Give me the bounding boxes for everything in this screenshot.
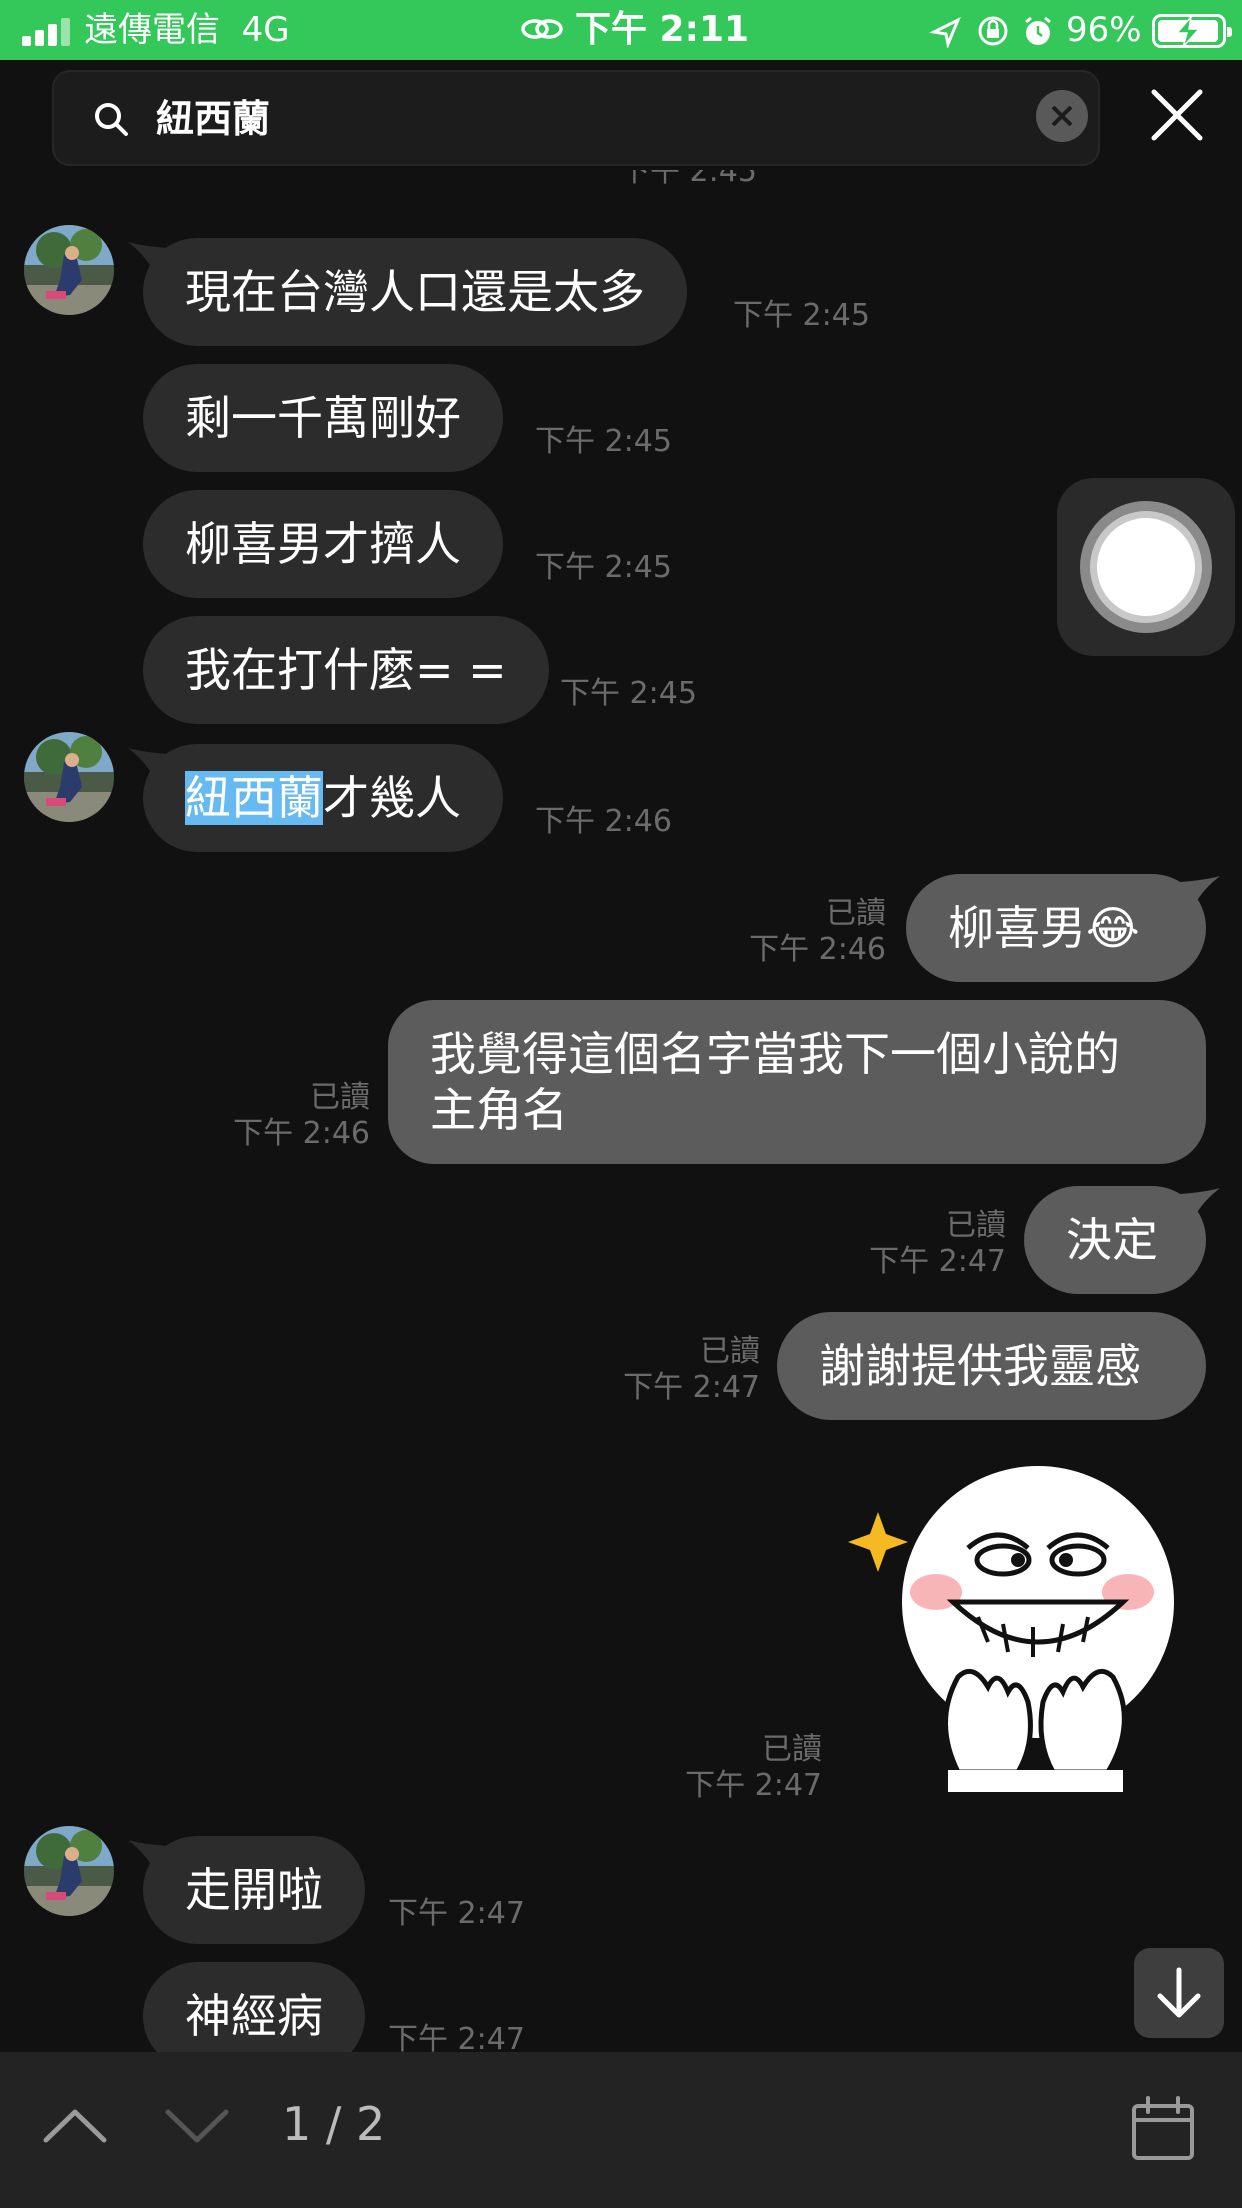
search-query[interactable]: 紐西蘭 xyxy=(156,94,270,144)
message-time: 下午 2:47 xyxy=(388,1896,525,1931)
message-bubble-outgoing[interactable]: 柳喜男😂 xyxy=(906,874,1206,982)
message-bubble-incoming[interactable]: 走開啦 xyxy=(143,1836,365,1944)
grinning-moon-sticker[interactable] xyxy=(838,1452,1180,1798)
read-receipt: 已讀 xyxy=(946,1208,1006,1243)
avatar[interactable] xyxy=(24,732,114,822)
signal-icon xyxy=(22,16,72,46)
message-bubble-outgoing[interactable]: 謝謝提供我靈感 xyxy=(777,1312,1206,1420)
carrier-label: 遠傳電信 4G xyxy=(84,8,290,52)
search-match-highlight: 紐西蘭 xyxy=(185,771,323,825)
battery-icon xyxy=(1152,14,1232,48)
message-time: 下午 2:47 xyxy=(623,1370,760,1405)
search-result-navigation-bar: 1 / 2 xyxy=(0,2052,1242,2208)
search-field[interactable]: 紐西蘭 xyxy=(52,70,1100,166)
battery-percent: 96% xyxy=(1066,10,1142,50)
message-bubble-outgoing[interactable]: 我覺得這個名字當我下一個小說的 主角名 xyxy=(388,1000,1206,1164)
read-receipt: 已讀 xyxy=(310,1080,370,1115)
partial-timestamp: 下午 2:45 xyxy=(620,170,757,189)
message-time: 下午 2:46 xyxy=(749,932,886,967)
message-text-line: 主角名 xyxy=(430,1083,568,1137)
partial-message-row: 神經病 下午 2:47 xyxy=(0,1950,1242,2052)
message-bubble-incoming[interactable]: 紐西蘭才幾人 xyxy=(143,744,503,852)
message-time: 下午 2:46 xyxy=(535,804,672,839)
read-receipt: 已讀 xyxy=(700,1334,760,1369)
location-lock-alarm-icons xyxy=(929,16,1051,48)
bubble-tail xyxy=(1180,1188,1220,1218)
message-time: 下午 2:45 xyxy=(560,676,697,711)
chevron-up-icon[interactable] xyxy=(40,2100,110,2150)
message-time: 下午 2:46 xyxy=(233,1116,370,1151)
message-text-line: 我覺得這個名字當我下一個小說的 xyxy=(430,1027,1120,1081)
message-bubble-incoming[interactable]: 剩一千萬剛好 xyxy=(143,364,503,472)
search-icon xyxy=(95,103,128,136)
avatar[interactable] xyxy=(24,225,114,315)
status-bar: 遠傳電信 4G 下午 2:11 96% xyxy=(0,0,1242,60)
message-time: 下午 2:45 xyxy=(733,298,870,333)
clear-search-button[interactable] xyxy=(1036,90,1088,142)
message-bubble-incoming[interactable]: 神經病 xyxy=(143,1962,365,2052)
search-result-counter: 1 / 2 xyxy=(282,2097,386,2151)
scroll-to-bottom-button[interactable] xyxy=(1134,1948,1224,2038)
message-bubble-incoming[interactable]: 我在打什麼= = xyxy=(143,616,549,724)
calendar-icon[interactable] xyxy=(1130,2096,1196,2162)
message-bubble-outgoing[interactable]: 決定 xyxy=(1024,1186,1206,1294)
message-time: 下午 2:47 xyxy=(869,1244,1006,1279)
message-time: 下午 2:47 xyxy=(685,1768,822,1803)
chevron-down-icon[interactable] xyxy=(162,2100,232,2150)
network-type: 4G xyxy=(241,10,290,50)
bubble-tail xyxy=(1180,876,1220,906)
clear-search-icon xyxy=(1051,105,1073,127)
hotspot-link-icon xyxy=(521,19,563,39)
message-time: 下午 2:45 xyxy=(535,550,672,585)
message-text: 才幾人 xyxy=(323,771,461,825)
line-chat-search-screen: 遠傳電信 4G 下午 2:11 96% 紐西蘭 下午 2:45 現在台灣人口還是… xyxy=(0,0,1242,2208)
carrier-name: 遠傳電信 xyxy=(84,10,220,50)
message-bubble-incoming[interactable]: 現在台灣人口還是太多 xyxy=(143,238,687,346)
avatar[interactable] xyxy=(24,1826,114,1916)
scroll-down-arrow-icon xyxy=(1157,1967,1201,2018)
close-icon[interactable] xyxy=(1148,86,1206,144)
read-receipt: 已讀 xyxy=(826,896,886,931)
message-time: 下午 2:45 xyxy=(535,424,672,459)
assistive-touch-button[interactable] xyxy=(1057,478,1235,656)
message-bubble-incoming[interactable]: 柳喜男才擠人 xyxy=(143,490,503,598)
status-time: 下午 2:11 xyxy=(575,9,750,50)
read-receipt: 已讀 xyxy=(762,1732,822,1767)
message-time: 下午 2:47 xyxy=(388,2022,525,2052)
